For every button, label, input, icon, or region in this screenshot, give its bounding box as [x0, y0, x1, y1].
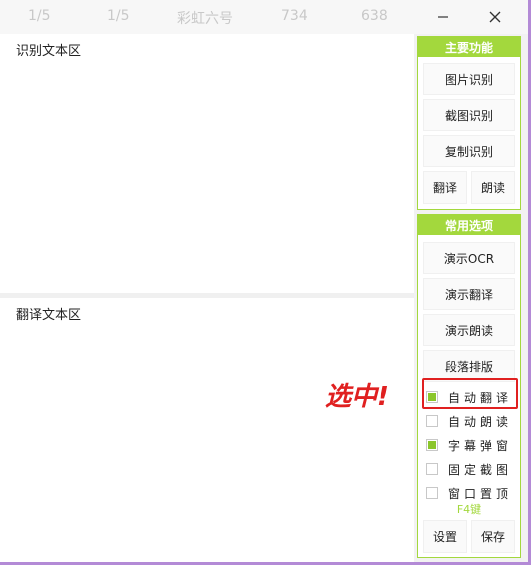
recognition-area-label: 识别文本区: [16, 44, 82, 59]
window-on-top-checkbox[interactable]: [426, 487, 438, 499]
titlebar-item-game: 彩虹六号: [177, 11, 233, 27]
fixed-screenshot-option[interactable]: 固定截图: [426, 459, 512, 479]
copy-recognition-button[interactable]: 复制识别: [423, 135, 515, 167]
subtitle-popup-label: 字幕弹窗: [448, 438, 513, 453]
minimize-icon: [438, 16, 448, 18]
main-functions-title: 主要功能: [418, 37, 520, 57]
read-aloud-button[interactable]: 朗读: [471, 171, 515, 204]
recognition-text-area[interactable]: 识别文本区: [0, 34, 414, 293]
settings-button[interactable]: 设置: [423, 520, 467, 553]
common-options-title: 常用选项: [418, 215, 520, 235]
minimize-button[interactable]: [430, 4, 456, 30]
auto-read-label: 自动朗读: [448, 414, 513, 429]
save-button[interactable]: 保存: [471, 520, 515, 553]
window-on-top-option[interactable]: 窗口置顶: [426, 483, 512, 503]
auto-read-checkbox[interactable]: [426, 415, 438, 427]
fixed-screenshot-checkbox[interactable]: [426, 463, 438, 475]
translation-text-area[interactable]: 翻译文本区: [0, 298, 414, 562]
screenshot-recognition-button[interactable]: 截图识别: [423, 99, 515, 131]
main-functions-panel: 主要功能 图片识别 截图识别 复制识别 翻译 朗读: [417, 36, 521, 210]
close-icon: [489, 11, 501, 23]
fixed-screenshot-label: 固定截图: [448, 462, 513, 477]
selected-annotation: 选中!: [325, 382, 389, 412]
title-bar: 1/5 1/5 彩虹六号 734 638: [0, 0, 531, 34]
titlebar-item-height: 638: [361, 8, 388, 24]
window-on-top-label: 窗口置顶: [448, 486, 513, 501]
image-recognition-button[interactable]: 图片识别: [423, 63, 515, 95]
subtitle-popup-option[interactable]: 字幕弹窗: [426, 435, 512, 455]
demo-ocr-button[interactable]: 演示OCR: [423, 242, 515, 274]
titlebar-item-page-2: 1/5: [107, 8, 130, 24]
titlebar-item-page-1: 1/5: [28, 8, 51, 24]
translate-button[interactable]: 翻译: [423, 171, 467, 204]
close-button[interactable]: [482, 4, 508, 30]
hotkey-label: F4键: [456, 503, 482, 516]
translation-area-label: 翻译文本区: [16, 308, 82, 323]
highlight-box: [422, 378, 518, 409]
subtitle-popup-checkbox[interactable]: [426, 439, 438, 451]
auto-read-option[interactable]: 自动朗读: [426, 411, 512, 431]
demo-read-button[interactable]: 演示朗读: [423, 314, 515, 346]
demo-translate-button[interactable]: 演示翻译: [423, 278, 515, 310]
titlebar-item-width: 734: [281, 8, 308, 24]
